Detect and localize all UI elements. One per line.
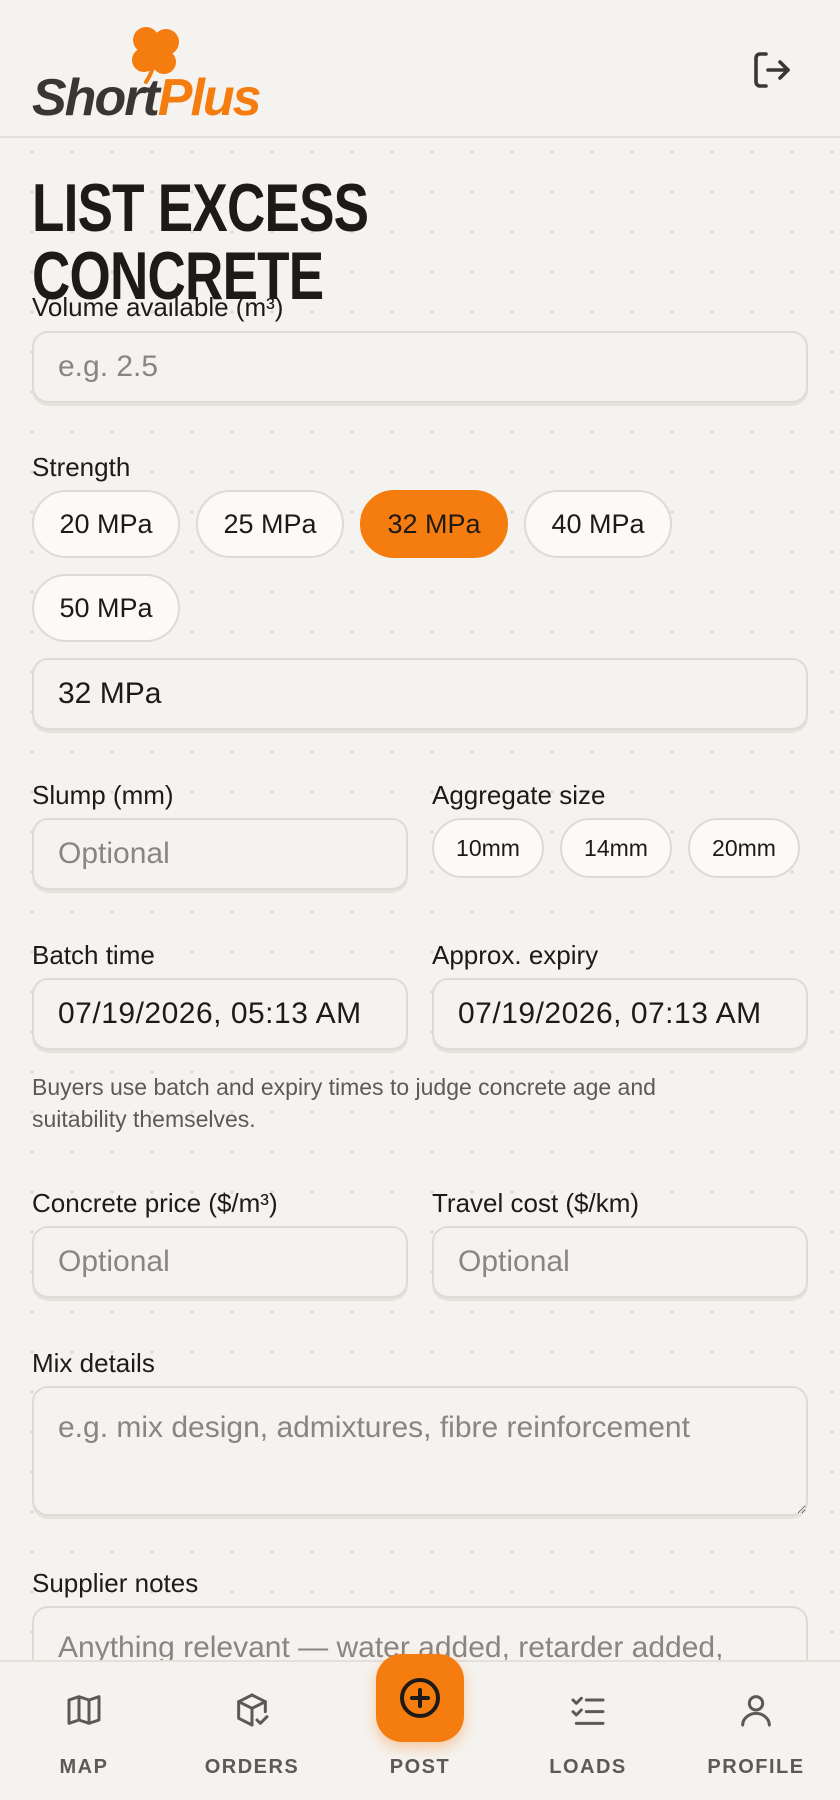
post-button[interactable] <box>376 1654 464 1742</box>
nav-label-map: MAP <box>59 1756 109 1778</box>
travel-cost-input[interactable] <box>432 1226 808 1298</box>
strength-label: Strength <box>32 452 131 482</box>
expiry-input[interactable]: 07/19/2026, 07:13 AM <box>432 978 808 1050</box>
batch-time-input[interactable]: 07/19/2026, 05:13 AM <box>32 978 408 1050</box>
package-check-icon <box>237 1693 269 1727</box>
volume-label: Volume available (m³) <box>32 292 284 322</box>
time-hint-text: Buyers use batch and expiry times to jud… <box>32 1074 656 1132</box>
nav-item-orders[interactable]: ORDERS <box>168 1662 336 1800</box>
logo-wordmark: ShortPlus <box>32 69 262 127</box>
shortplus-logo[interactable]: ShortPlus <box>32 22 272 124</box>
mix-details-textarea[interactable] <box>32 1386 808 1516</box>
nav-item-map[interactable]: MAP <box>0 1662 168 1800</box>
nav-item-loads[interactable]: LOADS <box>504 1662 672 1800</box>
map-icon <box>67 1695 101 1725</box>
strength-chip-40[interactable]: 40 MPa <box>524 490 672 558</box>
supplier-notes-label: Supplier notes <box>32 1568 199 1598</box>
strength-chip-20[interactable]: 20 MPa <box>32 490 180 558</box>
concrete-price-input[interactable] <box>32 1226 408 1298</box>
checklist-icon <box>571 1696 605 1725</box>
app-header: ShortPlus <box>0 0 840 138</box>
strength-input[interactable] <box>32 658 808 730</box>
aggregate-chip-14mm[interactable]: 14mm <box>560 818 672 878</box>
volume-input[interactable] <box>32 331 808 403</box>
aggregate-chip-10mm[interactable]: 10mm <box>432 818 544 878</box>
logo-plus: Plus <box>157 69 262 127</box>
nav-item-profile[interactable]: PROFILE <box>672 1662 840 1800</box>
strength-chip-50[interactable]: 50 MPa <box>32 574 180 642</box>
concrete-price-label: Concrete price ($/m³) <box>32 1188 278 1218</box>
logout-button[interactable] <box>748 46 796 94</box>
logo-short: Short <box>32 69 160 127</box>
nav-label-post: POST <box>389 1756 451 1778</box>
mix-details-label: Mix details <box>32 1348 155 1378</box>
logout-icon <box>754 52 790 88</box>
page-title: LIST EXCESS CONCRETE <box>32 170 369 314</box>
expiry-label: Approx. expiry <box>432 940 599 970</box>
slump-input[interactable] <box>32 818 408 890</box>
aggregate-label: Aggregate size <box>432 780 606 810</box>
strength-chip-32[interactable]: 32 MPa <box>360 490 508 558</box>
strength-chip-25[interactable]: 25 MPa <box>196 490 344 558</box>
slump-label: Slump (mm) <box>32 780 174 810</box>
nav-label-profile: PROFILE <box>707 1756 805 1778</box>
travel-cost-label: Travel cost ($/km) <box>432 1188 640 1218</box>
nav-label-loads: LOADS <box>549 1756 627 1778</box>
plus-circle-icon <box>400 1678 440 1718</box>
nav-label-orders: ORDERS <box>204 1756 300 1778</box>
batch-time-label: Batch time <box>32 940 155 970</box>
aggregate-chip-20mm[interactable]: 20mm <box>688 818 800 878</box>
user-icon <box>741 1695 771 1727</box>
